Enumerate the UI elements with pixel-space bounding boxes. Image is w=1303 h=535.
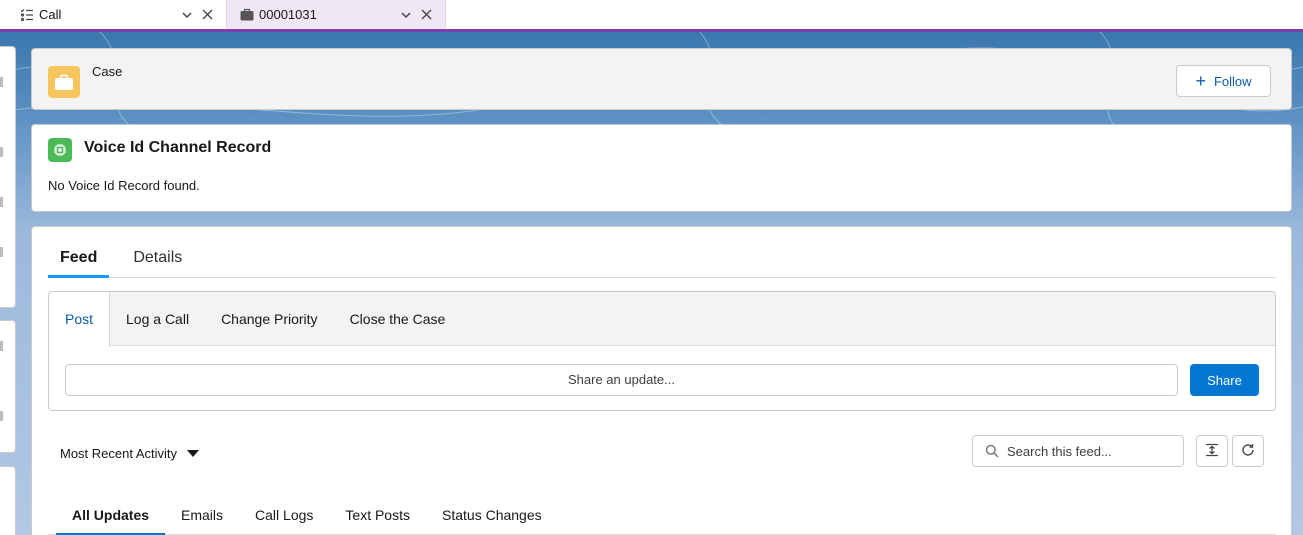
card-title: Voice Id Channel Record <box>84 139 272 156</box>
workspace-tab-bar: Call 00001031 <box>0 0 1303 32</box>
record-type-label: Case <box>92 64 123 79</box>
sort-label: Most Recent Activity <box>60 445 178 461</box>
utility-rail-panel[interactable] <box>0 466 16 535</box>
filter-status-changes[interactable]: Status Changes <box>426 495 558 535</box>
rail-marker <box>0 247 3 257</box>
rail-marker <box>0 197 3 207</box>
tab-call[interactable]: Call <box>0 0 227 29</box>
rail-marker <box>0 341 3 351</box>
feed-sort-dropdown[interactable]: Most Recent Activity <box>60 443 200 463</box>
voice-id-card: Voice Id Channel Record No Voice Id Reco… <box>31 124 1292 212</box>
tab-case-label: 00001031 <box>259 7 317 22</box>
publisher-tab-log-a-call[interactable]: Log a Call <box>110 292 205 346</box>
chevron-down-icon[interactable] <box>399 9 413 21</box>
filter-emails[interactable]: Emails <box>165 495 239 535</box>
briefcase-icon <box>240 8 254 22</box>
caret-down-icon <box>187 449 200 457</box>
feed-search-input[interactable]: Search this feed... <box>972 435 1184 467</box>
publisher-tab-close-case[interactable]: Close the Case <box>334 292 462 346</box>
follow-button[interactable]: + Follow <box>1176 65 1271 97</box>
search-icon <box>985 444 999 458</box>
refresh-icon <box>1241 443 1255 460</box>
chip-icon <box>48 138 72 162</box>
rail-marker <box>0 77 3 87</box>
utility-rail-panel[interactable] <box>0 46 16 308</box>
feed-card: Feed Details Post Log a Call Change Prio… <box>31 226 1292 535</box>
plus-icon: + <box>1195 71 1206 91</box>
filter-call-logs[interactable]: Call Logs <box>239 495 329 535</box>
share-update-input[interactable]: Share an update... <box>65 364 1178 396</box>
refresh-button[interactable] <box>1232 435 1264 467</box>
rail-marker <box>0 147 3 157</box>
filter-text-posts[interactable]: Text Posts <box>329 495 426 535</box>
case-icon <box>48 66 80 98</box>
rail-marker <box>0 411 3 421</box>
close-icon[interactable] <box>200 9 214 20</box>
publisher: Post Log a Call Change Priority Close th… <box>48 291 1276 411</box>
publisher-tabs: Post Log a Call Change Priority Close th… <box>49 292 1275 347</box>
workspace-background: Case + Follow Voice Id Channel Record No… <box>0 32 1303 535</box>
record-tabs: Feed Details <box>48 248 1276 278</box>
call-list-icon <box>20 8 34 22</box>
publisher-tab-change-priority[interactable]: Change Priority <box>205 292 334 346</box>
collapse-all-button[interactable] <box>1196 435 1228 467</box>
case-header-card: Case + Follow <box>31 48 1292 110</box>
filter-all-updates[interactable]: All Updates <box>56 495 166 535</box>
tab-call-label: Call <box>39 7 62 22</box>
tab-details[interactable]: Details <box>121 248 194 278</box>
feed-filter-tabs: All Updates Emails Call Logs Text Posts … <box>48 495 1276 535</box>
close-icon[interactable] <box>419 9 433 20</box>
follow-button-label: Follow <box>1213 73 1252 89</box>
utility-rail-panel[interactable] <box>0 320 16 453</box>
tab-feed[interactable]: Feed <box>48 248 110 278</box>
empty-state-message: No Voice Id Record found. <box>48 178 200 193</box>
collapse-icon <box>1205 443 1219 460</box>
chevron-down-icon[interactable] <box>180 9 194 21</box>
search-placeholder: Search this feed... <box>1007 443 1112 459</box>
publisher-tab-post[interactable]: Post <box>49 292 111 347</box>
tab-case-00001031[interactable]: 00001031 <box>227 0 446 29</box>
share-button[interactable]: Share <box>1190 364 1259 396</box>
